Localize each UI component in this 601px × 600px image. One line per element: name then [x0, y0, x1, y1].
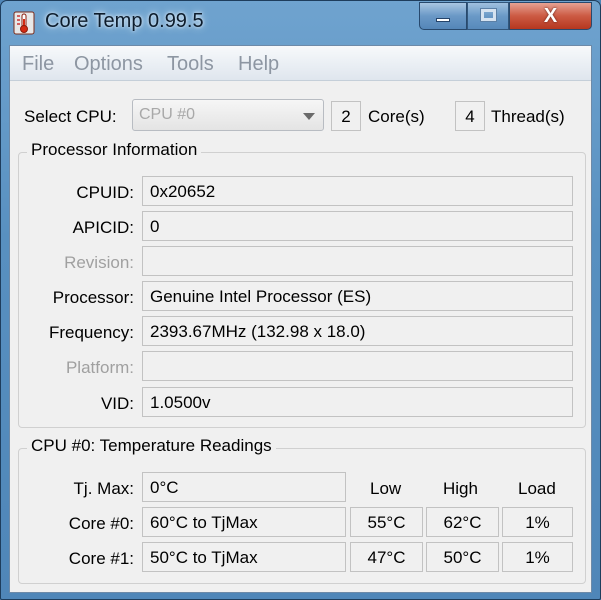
core1-load: 1% [525, 548, 550, 567]
tjmax-value: 0°C [150, 478, 179, 497]
core0-high: 62°C [443, 513, 482, 532]
cpuid-label: CPUID: [76, 183, 134, 202]
core0-temp: 60°C to TjMax [150, 513, 258, 532]
platform-field [142, 351, 573, 381]
core0-load: 1% [525, 513, 550, 532]
cpu-select-value: CPU #0 [139, 106, 196, 123]
threads-count: 4 [465, 107, 475, 126]
processor-label: Processor: [52, 288, 134, 307]
core0-label: Core #0: [68, 514, 134, 533]
cores-count-box: 2 [331, 101, 361, 131]
apicid-value: 0 [150, 217, 160, 236]
core0-high-field: 62°C [426, 507, 499, 537]
frequency-value: 2393.67MHz (132.98 x 18.0) [150, 322, 366, 341]
revision-label: Revision: [64, 253, 134, 272]
low-header: Low [370, 479, 402, 498]
minimize-icon [436, 18, 450, 22]
cores-count: 2 [341, 107, 351, 126]
temperature-title: CPU #0: Temperature Readings [27, 436, 276, 456]
menu-tools[interactable]: Tools [167, 53, 214, 76]
core1-label: Core #1: [68, 549, 134, 568]
core1-high: 50°C [443, 548, 482, 567]
threads-label: Thread(s) [491, 107, 565, 126]
select-cpu-label: Select CPU: [24, 107, 117, 126]
app-window: Core Temp 0.99.5 X File Options Tools He… [0, 0, 601, 600]
thermometer-app-icon [13, 11, 35, 35]
close-icon: X [543, 5, 558, 27]
menu-options[interactable]: Options [74, 53, 143, 76]
cpuid-value: 0x20652 [150, 182, 216, 201]
cpuid-field: 0x20652 [142, 176, 573, 206]
cpu-select[interactable]: CPU #0 [132, 99, 324, 131]
processor-info-title: Processor Information [27, 140, 202, 160]
load-header: Load [518, 479, 556, 498]
core0-low: 55°C [367, 513, 406, 532]
core1-temp: 50°C to TjMax [150, 548, 258, 567]
window-title: Core Temp 0.99.5 [45, 10, 204, 32]
core1-high-field: 50°C [426, 542, 499, 572]
title-bar[interactable]: Core Temp 0.99.5 X [1, 1, 600, 45]
tjmax-field: 0°C [142, 472, 346, 502]
cores-label: Core(s) [368, 107, 425, 126]
core1-low-field: 47°C [350, 542, 423, 572]
menu-file[interactable]: File [22, 53, 54, 76]
apicid-field: 0 [142, 211, 573, 241]
menu-bar: File Options Tools Help [10, 46, 591, 81]
core0-load-field: 1% [502, 507, 573, 537]
core0-low-field: 55°C [350, 507, 423, 537]
menu-help[interactable]: Help [238, 53, 279, 76]
revision-field [142, 246, 573, 276]
vid-value: 1.0500v [150, 393, 211, 412]
frequency-label: Frequency: [48, 323, 134, 342]
processor-value: Genuine Intel Processor (ES) [150, 287, 372, 306]
tjmax-label: Tj. Max: [73, 479, 134, 498]
platform-label: Platform: [65, 358, 134, 377]
core1-low: 47°C [367, 548, 406, 567]
core0-temp-field: 60°C to TjMax [142, 507, 346, 537]
vid-label: VID: [100, 394, 134, 413]
chevron-down-icon [303, 113, 315, 120]
threads-count-box: 4 [455, 101, 485, 131]
core1-temp-field: 50°C to TjMax [142, 542, 346, 572]
maximize-button[interactable] [467, 2, 509, 30]
frequency-field: 2393.67MHz (132.98 x 18.0) [142, 316, 573, 346]
core1-load-field: 1% [502, 542, 573, 572]
minimize-button[interactable] [419, 2, 467, 30]
high-header: High [443, 479, 478, 498]
close-button[interactable]: X [509, 2, 592, 30]
processor-field: Genuine Intel Processor (ES) [142, 281, 573, 311]
apicid-label: APICID: [72, 218, 134, 237]
maximize-icon [480, 8, 497, 22]
client-area: File Options Tools Help Select CPU: CPU … [9, 45, 592, 593]
vid-field: 1.0500v [142, 387, 573, 417]
